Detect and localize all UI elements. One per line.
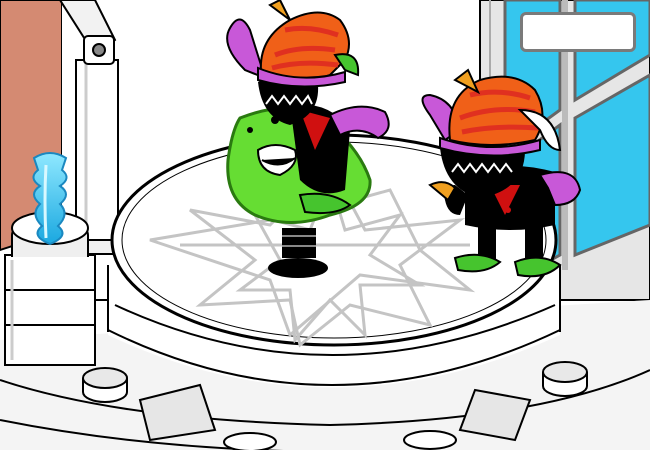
hud-panel	[520, 12, 636, 52]
crystal-icon	[32, 152, 68, 246]
game-scene	[0, 0, 650, 450]
